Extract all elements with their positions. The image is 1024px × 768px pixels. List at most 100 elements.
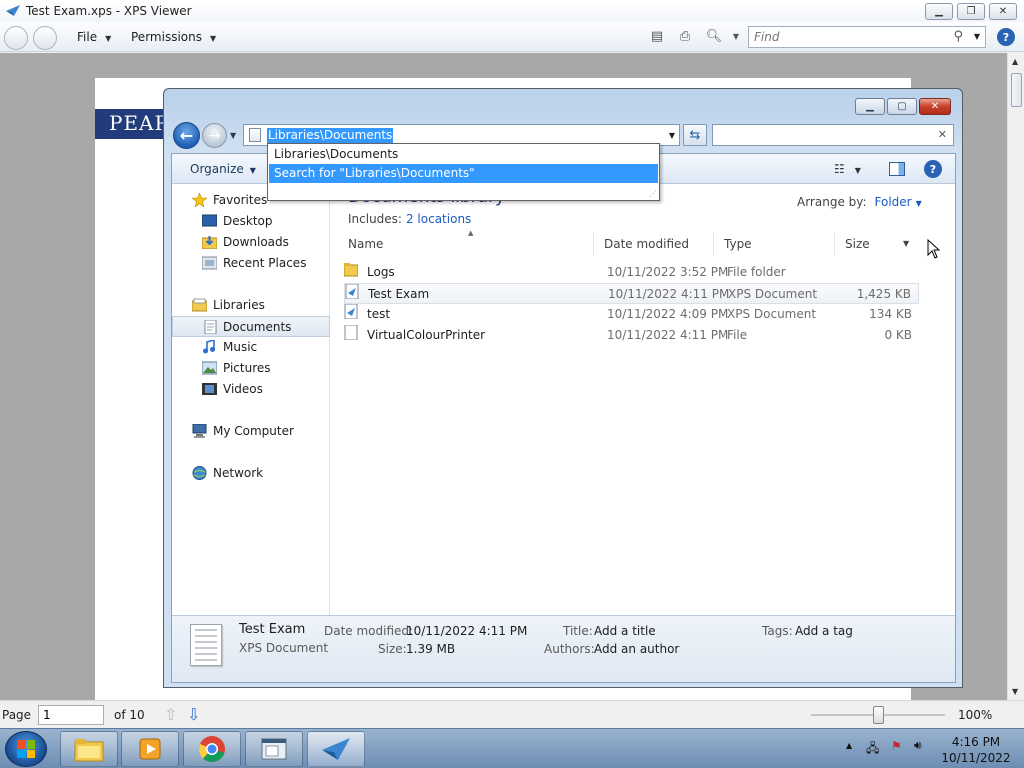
- details-file-kind: XPS Document: [239, 641, 329, 655]
- show-hidden-icons-icon[interactable]: ▲: [846, 741, 852, 750]
- file-row[interactable]: Test Exam 10/11/2022 4:11 PM XPS Documen…: [344, 283, 919, 304]
- help-icon[interactable]: ?: [997, 28, 1015, 46]
- dialog-close-button[interactable]: ✕: [919, 98, 951, 115]
- chevron-down-icon[interactable]: ▼: [727, 32, 745, 48]
- refresh-button[interactable]: ⇆: [683, 124, 707, 146]
- network-tray-icon[interactable]: 🖧︎: [866, 739, 879, 760]
- nav-desktop[interactable]: Desktop: [172, 211, 330, 232]
- arrange-by-dropdown[interactable]: Folder: [875, 195, 912, 209]
- taskbar-xps-viewer[interactable]: [307, 731, 365, 767]
- taskbar-media-player[interactable]: [121, 731, 179, 767]
- zoom-options-icon[interactable]: 🔍︎: [705, 29, 723, 45]
- details-authors-field[interactable]: Add an author: [594, 642, 679, 656]
- dialog-minimize-button[interactable]: ▁: [855, 98, 885, 115]
- page-label: Page: [2, 708, 32, 722]
- clear-search-icon[interactable]: ✕: [938, 128, 947, 141]
- column-header-date[interactable]: Date modified: [594, 232, 714, 256]
- restore-icon: ❐: [966, 6, 976, 17]
- file-row[interactable]: Logs 10/11/2022 3:52 PM File folder: [343, 262, 919, 283]
- nav-music[interactable]: Music: [172, 337, 330, 358]
- back-button[interactable]: ←: [173, 122, 200, 149]
- next-page-icon[interactable]: ⇩: [187, 705, 200, 724]
- resize-grip-icon[interactable]: ⋰: [649, 189, 657, 198]
- nav-pictures[interactable]: Pictures: [172, 358, 330, 379]
- find-box[interactable]: ⚲ ▼: [748, 26, 986, 48]
- computer-icon: [192, 424, 207, 438]
- windows-logo-icon: [17, 740, 35, 758]
- window-title: Test Exam.xps - XPS Viewer: [26, 4, 192, 18]
- scroll-up-icon[interactable]: ▲: [1012, 57, 1018, 66]
- nav-downloads[interactable]: Downloads: [172, 232, 330, 253]
- library-includes: Includes: 2 locations: [348, 212, 472, 226]
- volume-icon[interactable]: 🔊︎: [914, 738, 922, 753]
- permissions-menu[interactable]: Permissions ▼: [131, 30, 216, 44]
- system-clock[interactable]: 4:16 PM 10/11/2022: [940, 734, 1012, 766]
- autocomplete-item[interactable]: Libraries\Documents: [269, 145, 658, 164]
- nav-documents[interactable]: Documents: [172, 316, 330, 337]
- taskbar-xps-document[interactable]: [245, 731, 303, 767]
- file-menu[interactable]: File ▼: [77, 30, 111, 44]
- change-view-button[interactable]: ☷ ▼: [834, 162, 861, 176]
- locations-link[interactable]: 2 locations: [406, 212, 471, 226]
- taskbar: ▲ 🖧︎ ⚑ 🔊︎ 4:16 PM 10/11/2022: [0, 728, 1024, 768]
- details-title-field[interactable]: Add a title: [594, 624, 656, 638]
- column-header-size[interactable]: Size ▼: [835, 232, 914, 256]
- page-count: of 10: [114, 708, 145, 722]
- nav-libraries[interactable]: Libraries: [172, 295, 330, 316]
- recent-locations-chevron-icon[interactable]: ▼: [230, 131, 236, 140]
- close-window-button[interactable]: ✕: [989, 3, 1017, 20]
- music-icon: [203, 340, 215, 354]
- column-header-type[interactable]: Type: [714, 232, 835, 256]
- videos-icon: [202, 383, 217, 395]
- chevron-down-icon[interactable]: ▼: [916, 199, 922, 208]
- search-icon[interactable]: ⚲: [953, 29, 963, 44]
- library-icon: [249, 128, 261, 142]
- address-input[interactable]: Libraries\Documents: [267, 128, 394, 143]
- zoom-slider-thumb[interactable]: [873, 706, 884, 724]
- taskbar-windows-explorer[interactable]: [60, 731, 118, 767]
- find-input[interactable]: [749, 27, 939, 47]
- address-dropdown-icon[interactable]: ▼: [669, 131, 675, 140]
- action-center-icon[interactable]: ⚑: [891, 739, 902, 753]
- autocomplete-item-selected[interactable]: Search for "Libraries\Documents": [269, 164, 658, 183]
- page-number-input[interactable]: [38, 705, 104, 725]
- vertical-scrollbar[interactable]: ▲ ▼: [1007, 53, 1024, 700]
- xps-document-icon: [344, 303, 358, 320]
- forward-button[interactable]: →: [202, 123, 227, 148]
- print-icon[interactable]: ⎙: [676, 29, 694, 45]
- dialog-search-box[interactable]: ✕: [712, 124, 954, 146]
- nav-recent-places[interactable]: Recent Places: [172, 253, 330, 274]
- document-outline-icon[interactable]: ▤: [648, 29, 666, 45]
- scroll-down-icon[interactable]: ▼: [1012, 687, 1018, 696]
- pictures-icon: [202, 361, 217, 375]
- chrome-icon: [198, 736, 225, 763]
- restore-button[interactable]: ❐: [957, 3, 985, 20]
- column-header-name[interactable]: Name: [338, 232, 594, 256]
- scroll-thumb[interactable]: [1011, 73, 1022, 107]
- organize-button[interactable]: Organize ▼: [190, 162, 256, 176]
- xps-viewer-app-icon: [6, 5, 20, 16]
- previous-page-icon[interactable]: ⇧: [164, 705, 177, 724]
- file-row[interactable]: VirtualColourPrinter 10/11/2022 4:11 PM …: [344, 324, 919, 346]
- nav-my-computer[interactable]: My Computer: [172, 421, 330, 442]
- star-icon: [192, 193, 207, 207]
- nav-network[interactable]: Network: [172, 463, 330, 484]
- details-tags-field[interactable]: Add a tag: [795, 624, 853, 638]
- taskbar-chrome[interactable]: [183, 731, 241, 767]
- recent-places-icon: [202, 256, 217, 270]
- file-row[interactable]: test 10/11/2022 4:09 PM XPS Document 134…: [344, 303, 919, 325]
- dialog-body: Organize ▼ ☷ ▼ ? Favorites Desktop Downloa…: [171, 153, 956, 683]
- downloads-folder-icon: [202, 236, 217, 249]
- help-icon[interactable]: ?: [924, 160, 942, 178]
- chevron-down-icon: ▼: [903, 239, 910, 248]
- forward-nav-button[interactable]: [33, 26, 57, 50]
- folder-icon: [74, 739, 104, 762]
- dialog-maximize-button[interactable]: ▢: [887, 98, 917, 115]
- back-nav-button[interactable]: [4, 26, 28, 50]
- start-button[interactable]: [5, 731, 47, 767]
- minimize-button[interactable]: ▁: [925, 3, 953, 20]
- preview-pane-icon[interactable]: [889, 162, 905, 176]
- chevron-down-icon: ▼: [209, 34, 217, 43]
- nav-videos[interactable]: Videos: [172, 379, 330, 400]
- chevron-down-icon[interactable]: ▼: [974, 32, 980, 41]
